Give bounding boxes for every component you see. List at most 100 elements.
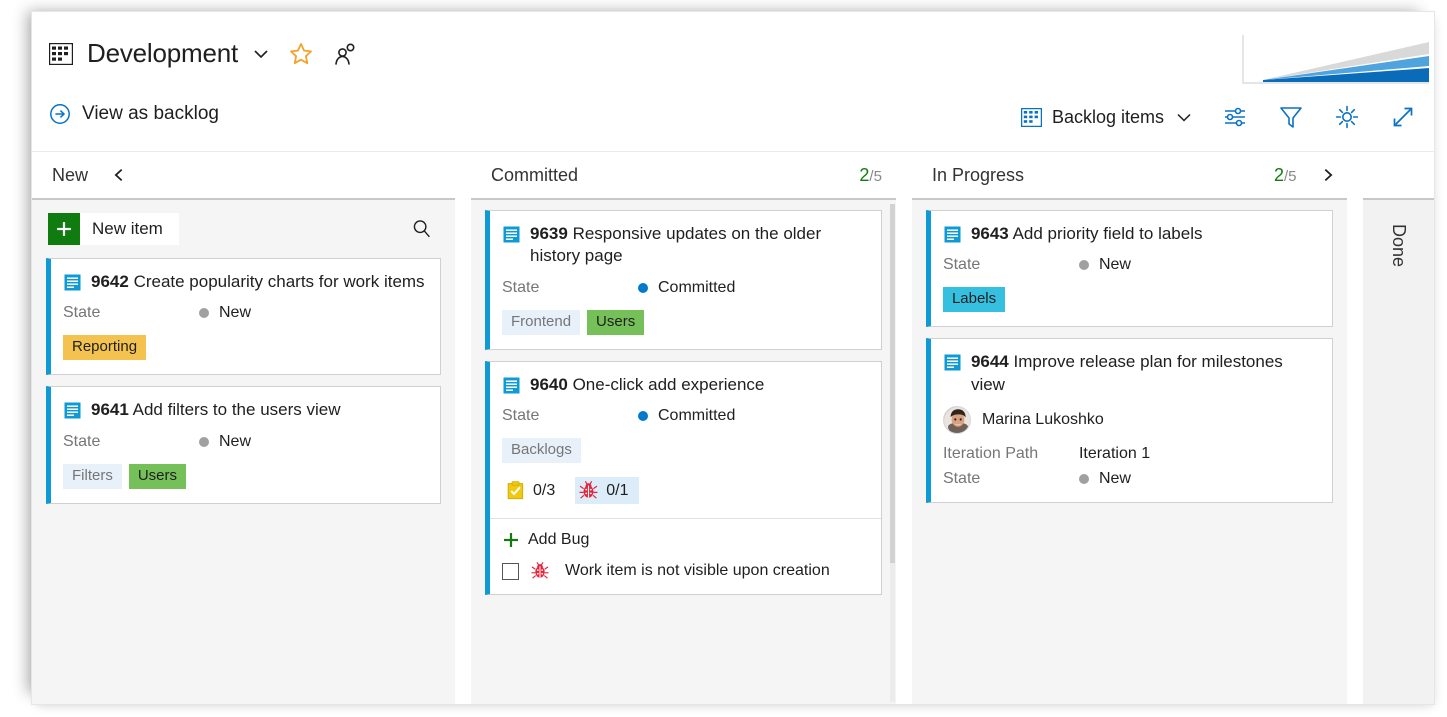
collapse-left-chevron-icon[interactable]: [102, 166, 136, 184]
bug-counter[interactable]: 0/1: [575, 477, 638, 504]
gear-settings-icon[interactable]: [1332, 102, 1362, 132]
card-title: 9643 Add priority field to labels: [971, 223, 1203, 245]
card-title-row: 9643 Add priority field to labels: [943, 223, 1318, 245]
tag[interactable]: Frontend: [502, 310, 580, 335]
people-icon[interactable]: [332, 41, 358, 67]
card-tags: Backlogs: [502, 438, 867, 463]
work-item-card[interactable]: 9644 Improve release plan for milestones…: [926, 338, 1333, 503]
add-bug-button[interactable]: Add Bug: [502, 531, 867, 549]
backlog-item-icon: [503, 226, 520, 243]
backlog-item-icon: [64, 402, 81, 419]
checkbox-unchecked-icon[interactable]: [502, 563, 519, 580]
state-text: New: [1099, 470, 1131, 488]
card-id: 9644: [971, 352, 1009, 371]
field-value[interactable]: New: [1079, 470, 1131, 488]
state-text: New: [1099, 256, 1131, 274]
task-counter[interactable]: 0/3: [502, 477, 565, 504]
wip-current: 2: [859, 165, 869, 185]
tag[interactable]: Labels: [943, 287, 1005, 312]
column-divider: [455, 152, 471, 705]
card-tags: Reporting: [63, 335, 426, 360]
card-id: 9643: [971, 224, 1009, 243]
search-icon[interactable]: [409, 216, 435, 242]
new-item-row: New item: [48, 212, 441, 246]
backlog-level-selector[interactable]: Backlog items: [1021, 107, 1194, 128]
state-dot: [1079, 474, 1089, 484]
wip-limit: /5: [869, 168, 882, 185]
board-column-in-progress: In Progress 2/5: [912, 152, 1347, 705]
collapse-right-chevron-icon[interactable]: [1311, 166, 1345, 184]
column-header-in-progress: In Progress 2/5: [912, 152, 1347, 198]
view-as-backlog-label: View as backlog: [82, 103, 219, 125]
tag[interactable]: Filters: [63, 464, 122, 489]
tag[interactable]: Reporting: [63, 335, 146, 360]
bug-icon: [579, 481, 598, 500]
state-dot: [638, 411, 648, 421]
view-as-backlog-button[interactable]: View as backlog: [49, 103, 219, 125]
new-item-button[interactable]: New item: [80, 213, 179, 245]
child-work-item-row[interactable]: Work item is not visible upon creation: [502, 562, 867, 580]
card-title: 9641 Add filters to the users view: [91, 399, 341, 421]
card-divider: [490, 518, 881, 519]
field-value[interactable]: Committed: [638, 279, 735, 297]
card-title-text: Create popularity charts for work items: [134, 272, 425, 291]
column-body-in-progress: 9643 Add priority field to labels State …: [912, 198, 1347, 705]
state-text: New: [219, 433, 251, 451]
child-work-item-title: Work item is not visible upon creation: [565, 562, 830, 580]
chevron-down-icon[interactable]: [250, 43, 272, 65]
filter-icon[interactable]: [1276, 102, 1306, 132]
configure-team-settings-icon[interactable]: [1220, 102, 1250, 132]
plus-icon[interactable]: [48, 213, 80, 245]
cumulative-flow-diagram[interactable]: [1241, 34, 1429, 86]
work-item-card[interactable]: 9640 One-click add experience State Comm…: [485, 361, 882, 595]
star-icon[interactable]: [288, 41, 314, 67]
task-checklist-icon: [506, 481, 525, 500]
backlog-level-label: Backlog items: [1052, 107, 1164, 128]
card-field-state: State New: [943, 470, 1318, 488]
wip-count: 2/5: [1274, 165, 1297, 186]
field-value[interactable]: Committed: [638, 407, 735, 425]
toolbar-actions: Backlog items: [1021, 102, 1418, 132]
backlog-item-icon: [64, 274, 81, 291]
board-column-done[interactable]: Done: [1363, 152, 1434, 705]
column-body-done: Done: [1363, 198, 1434, 705]
column-body-committed: 9639 Responsive updates on the older his…: [471, 198, 896, 705]
tag[interactable]: Users: [587, 310, 644, 335]
column-scrollbar[interactable]: [890, 204, 895, 702]
arrow-right-circle-icon: [49, 103, 71, 125]
tag[interactable]: Users: [129, 464, 186, 489]
card-title-text: Add priority field to labels: [1013, 224, 1203, 243]
work-item-card[interactable]: 9639 Responsive updates on the older his…: [485, 210, 882, 350]
work-item-card[interactable]: 9643 Add priority field to labels State …: [926, 210, 1333, 327]
card-title: 9644 Improve release plan for milestones…: [971, 351, 1318, 396]
card-assignee[interactable]: Marina Lukoshko: [943, 406, 1318, 434]
bug-icon: [531, 562, 549, 580]
card-field-state: State New: [943, 256, 1318, 274]
card-field-state: State Committed: [502, 407, 867, 425]
work-item-card[interactable]: 9641 Add filters to the users view State…: [46, 386, 441, 503]
work-item-card[interactable]: 9642 Create popularity charts for work i…: [46, 258, 441, 375]
card-title-text: Improve release plan for milestones view: [971, 352, 1283, 393]
column-divider: [1347, 152, 1363, 705]
azure-boards-window: Development: [31, 11, 1435, 705]
field-label: State: [502, 407, 638, 425]
board-title-group: Development: [49, 38, 358, 69]
wip-count: 2/5: [859, 165, 882, 186]
state-dot: [199, 437, 209, 447]
card-title-text: Add filters to the users view: [133, 400, 341, 419]
card-field-iteration-path: Iteration Path Iteration 1: [943, 445, 1318, 463]
scrollbar-thumb[interactable]: [890, 204, 895, 563]
column-header-new: New: [32, 152, 455, 198]
card-title-text: Responsive updates on the older history …: [530, 224, 821, 265]
state-text: New: [219, 304, 251, 322]
field-value[interactable]: New: [199, 304, 251, 322]
state-dot: [1079, 260, 1089, 270]
field-value[interactable]: New: [1079, 256, 1131, 274]
fullscreen-expand-icon[interactable]: [1388, 102, 1418, 132]
column-title: Committed: [491, 165, 578, 186]
field-value[interactable]: Iteration 1: [1079, 445, 1150, 463]
column-header-committed: Committed 2/5: [471, 152, 896, 198]
column-header-done: [1363, 152, 1434, 198]
tag[interactable]: Backlogs: [502, 438, 581, 463]
field-value[interactable]: New: [199, 433, 251, 451]
